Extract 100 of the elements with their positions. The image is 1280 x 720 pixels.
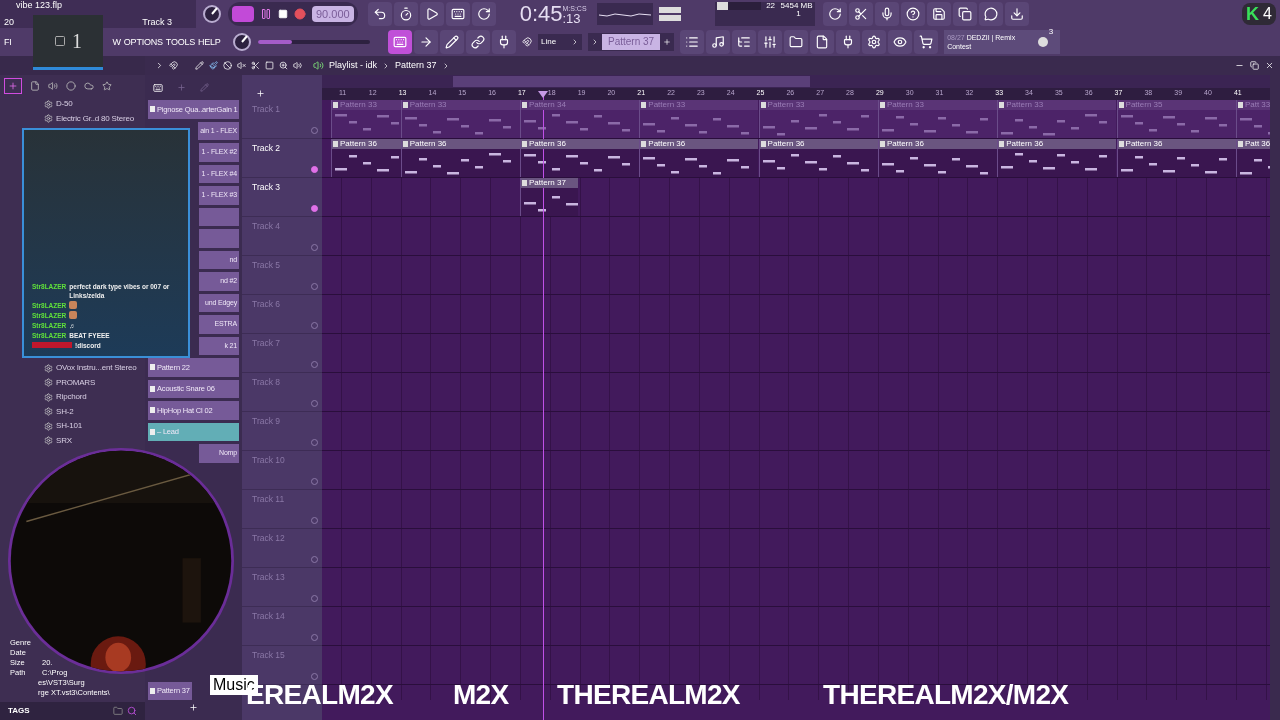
streamer-name: M2X — [453, 681, 509, 709]
piano-icon[interactable] — [153, 82, 163, 93]
cart-button[interactable] — [914, 30, 939, 54]
menu-item[interactable]: W — [112, 37, 121, 47]
plugin-item[interactable]: SRX — [44, 433, 72, 448]
snap-dropdown[interactable]: Line — [538, 34, 582, 50]
undo-button[interactable] — [822, 2, 847, 26]
plugin-item[interactable]: Ripchord — [44, 390, 87, 405]
speaker-icon[interactable] — [48, 81, 58, 91]
record-icon[interactable] — [294, 8, 306, 20]
file-button[interactable] — [810, 30, 835, 54]
search-icon[interactable] — [127, 706, 137, 716]
gear-icon — [44, 421, 53, 431]
save-button[interactable] — [926, 2, 951, 26]
mixer-button[interactable] — [758, 30, 783, 54]
playhead-marker[interactable] — [538, 91, 548, 98]
plugin-item[interactable]: D-50 — [44, 97, 73, 112]
cut-button[interactable] — [848, 2, 873, 26]
chat-button[interactable] — [978, 2, 1003, 26]
brush-icon[interactable] — [209, 61, 218, 70]
clip-label: Pattern 36 — [528, 140, 566, 148]
gear-icon — [44, 392, 53, 402]
plugin-item[interactable]: PROMARS — [44, 375, 96, 390]
pitch-knob[interactable] — [232, 32, 252, 52]
help-button[interactable] — [900, 2, 925, 26]
plugin-item[interactable]: OVox Instru...ent Stereo — [44, 361, 137, 376]
download-button[interactable] — [1004, 2, 1029, 26]
metronome-button[interactable] — [393, 2, 418, 26]
pattern-icon — [150, 364, 155, 371]
typing-keyboard-button[interactable] — [388, 30, 412, 54]
menu-item[interactable]: OPTIONS — [123, 37, 163, 47]
pause-icon[interactable] — [260, 8, 272, 20]
folder-icon[interactable] — [113, 706, 123, 716]
pattern-clip[interactable]: Pattern 36 — [400, 139, 520, 177]
badge-letter: K — [1246, 5, 1260, 23]
undo-icon — [827, 7, 842, 21]
pattern-clip[interactable]: Pattern 36 — [877, 139, 997, 177]
pattern-icon — [879, 141, 885, 147]
speaker-icon[interactable] — [313, 60, 324, 71]
time-centiseconds: :13 — [562, 12, 581, 25]
volume-knob[interactable] — [202, 4, 222, 24]
pattern-clip[interactable]: Pattern 36 — [1116, 139, 1236, 177]
track-toggle[interactable] — [311, 205, 318, 212]
file-icon[interactable] — [30, 81, 40, 91]
delete-icon[interactable] — [223, 61, 232, 70]
pattern-clip[interactable]: Pattern 36 — [997, 139, 1117, 177]
circle-icon[interactable] — [66, 81, 76, 91]
pattern-icon — [1237, 102, 1243, 108]
slice-icon[interactable] — [251, 61, 260, 70]
pattern-selector[interactable]: Pattern 37 — [588, 33, 675, 51]
zoom-icon[interactable] — [279, 61, 288, 70]
star-icon[interactable] — [102, 81, 112, 91]
plus-icon — [663, 38, 672, 46]
pattern-clip[interactable]: Pattern 36 — [331, 139, 401, 177]
track-toggle[interactable] — [311, 166, 318, 173]
pattern-clip[interactable]: Pattern 36 — [758, 139, 878, 177]
piano-roll-button[interactable] — [706, 30, 731, 54]
plugin-item[interactable]: SH-101 — [44, 419, 82, 434]
arrow-button[interactable] — [414, 30, 438, 54]
restore-icon[interactable] — [1250, 61, 1259, 70]
pattern-clip[interactable]: Patt 36 — [1235, 139, 1270, 177]
mute-icon[interactable] — [237, 61, 246, 70]
menu-item[interactable]: FI — [4, 37, 12, 47]
speaker-icon[interactable] — [293, 61, 302, 70]
pattern-clip[interactable]: Pattern 35 — [1116, 100, 1236, 138]
browser-button[interactable] — [784, 30, 809, 54]
add-track-icon[interactable] — [256, 89, 265, 98]
note-preview — [523, 196, 578, 212]
link-button[interactable] — [466, 30, 490, 54]
microphone-button[interactable] — [874, 2, 899, 26]
loop-record-button[interactable] — [471, 2, 496, 26]
pattern-clip[interactable]: Pattern 36 — [639, 139, 759, 177]
mode-switch[interactable] — [232, 6, 254, 22]
select-icon[interactable] — [265, 61, 274, 70]
export-button[interactable] — [952, 2, 977, 26]
add-icon[interactable] — [189, 703, 198, 712]
pattern-clip[interactable]: Pattern 37 — [519, 178, 578, 216]
cloud-icon[interactable] — [84, 81, 94, 91]
plugin-tab[interactable] — [4, 78, 22, 94]
pattern-clip[interactable]: Pattern 36 — [519, 139, 639, 177]
pattern-clip[interactable]: Pattern 34 — [519, 100, 639, 138]
tempo-display[interactable]: 90.000 — [312, 6, 354, 22]
streamer-name: THEREALM2X — [557, 681, 740, 709]
playlist-button[interactable] — [680, 30, 705, 54]
save-icon — [931, 7, 946, 21]
magnet-icon[interactable] — [169, 61, 178, 70]
tags-label: TAGS — [8, 705, 30, 717]
step-edit-button[interactable] — [445, 2, 470, 26]
menu-item[interactable]: TOOLS — [165, 37, 195, 47]
plugin-item[interactable]: SH-2 — [44, 404, 74, 419]
stop-icon[interactable] — [278, 9, 288, 19]
plugin-button[interactable] — [836, 30, 861, 54]
plugin-item[interactable]: Electric Gr..d 80 Stereo — [44, 111, 134, 126]
clip-label: Pattern 34 — [528, 101, 566, 109]
master-pitch-slider[interactable] — [258, 40, 370, 44]
scrollbar[interactable] — [1270, 75, 1280, 720]
chevron-icon[interactable] — [155, 61, 164, 70]
close-icon[interactable] — [1265, 61, 1274, 70]
menu-item[interactable]: HELP — [198, 37, 221, 47]
metronome-icon — [398, 7, 413, 21]
